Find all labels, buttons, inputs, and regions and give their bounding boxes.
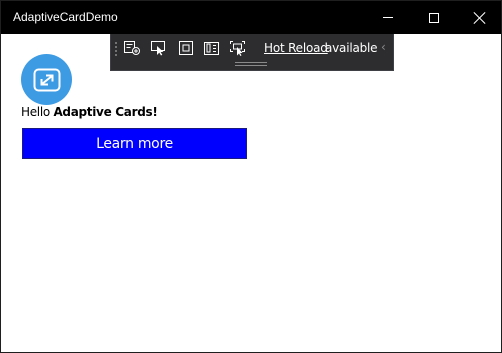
in-app-toolbar: Hot Reload available ‹ — [110, 34, 394, 71]
greeting-text: Hello Adaptive Cards! — [21, 105, 158, 119]
title-bar[interactable]: AdaptiveCardDemo — [1, 1, 501, 34]
preview-selection-icon[interactable] — [228, 39, 248, 57]
close-button[interactable] — [457, 1, 502, 34]
learn-more-button[interactable]: Learn more — [22, 128, 247, 159]
close-icon — [474, 12, 486, 24]
maximize-icon — [429, 12, 439, 23]
hot-reload-link[interactable]: Hot Reload — [264, 41, 328, 55]
hot-reload-status: available — [325, 41, 378, 55]
minimize-button[interactable] — [365, 1, 411, 34]
expand-arrows-icon — [21, 54, 72, 105]
toolbar-drag-handle[interactable] — [114, 41, 118, 57]
track-focus-icon[interactable] — [202, 39, 222, 57]
select-element-icon[interactable] — [149, 39, 169, 57]
toolbar-bottom-handle[interactable] — [235, 62, 267, 66]
app-window: AdaptiveCardDemo Hot Reload available ‹ … — [0, 0, 502, 353]
chevron-left-icon[interactable]: ‹ — [381, 40, 386, 54]
greeting-bold: Adaptive Cards! — [53, 105, 158, 119]
greeting-prefix: Hello — [21, 105, 50, 119]
display-layout-adorners-icon[interactable] — [176, 39, 196, 57]
live-visual-tree-icon[interactable] — [122, 39, 142, 57]
maximize-button[interactable] — [411, 1, 457, 34]
minimize-icon — [383, 17, 393, 18]
window-title: AdaptiveCardDemo — [13, 10, 118, 24]
